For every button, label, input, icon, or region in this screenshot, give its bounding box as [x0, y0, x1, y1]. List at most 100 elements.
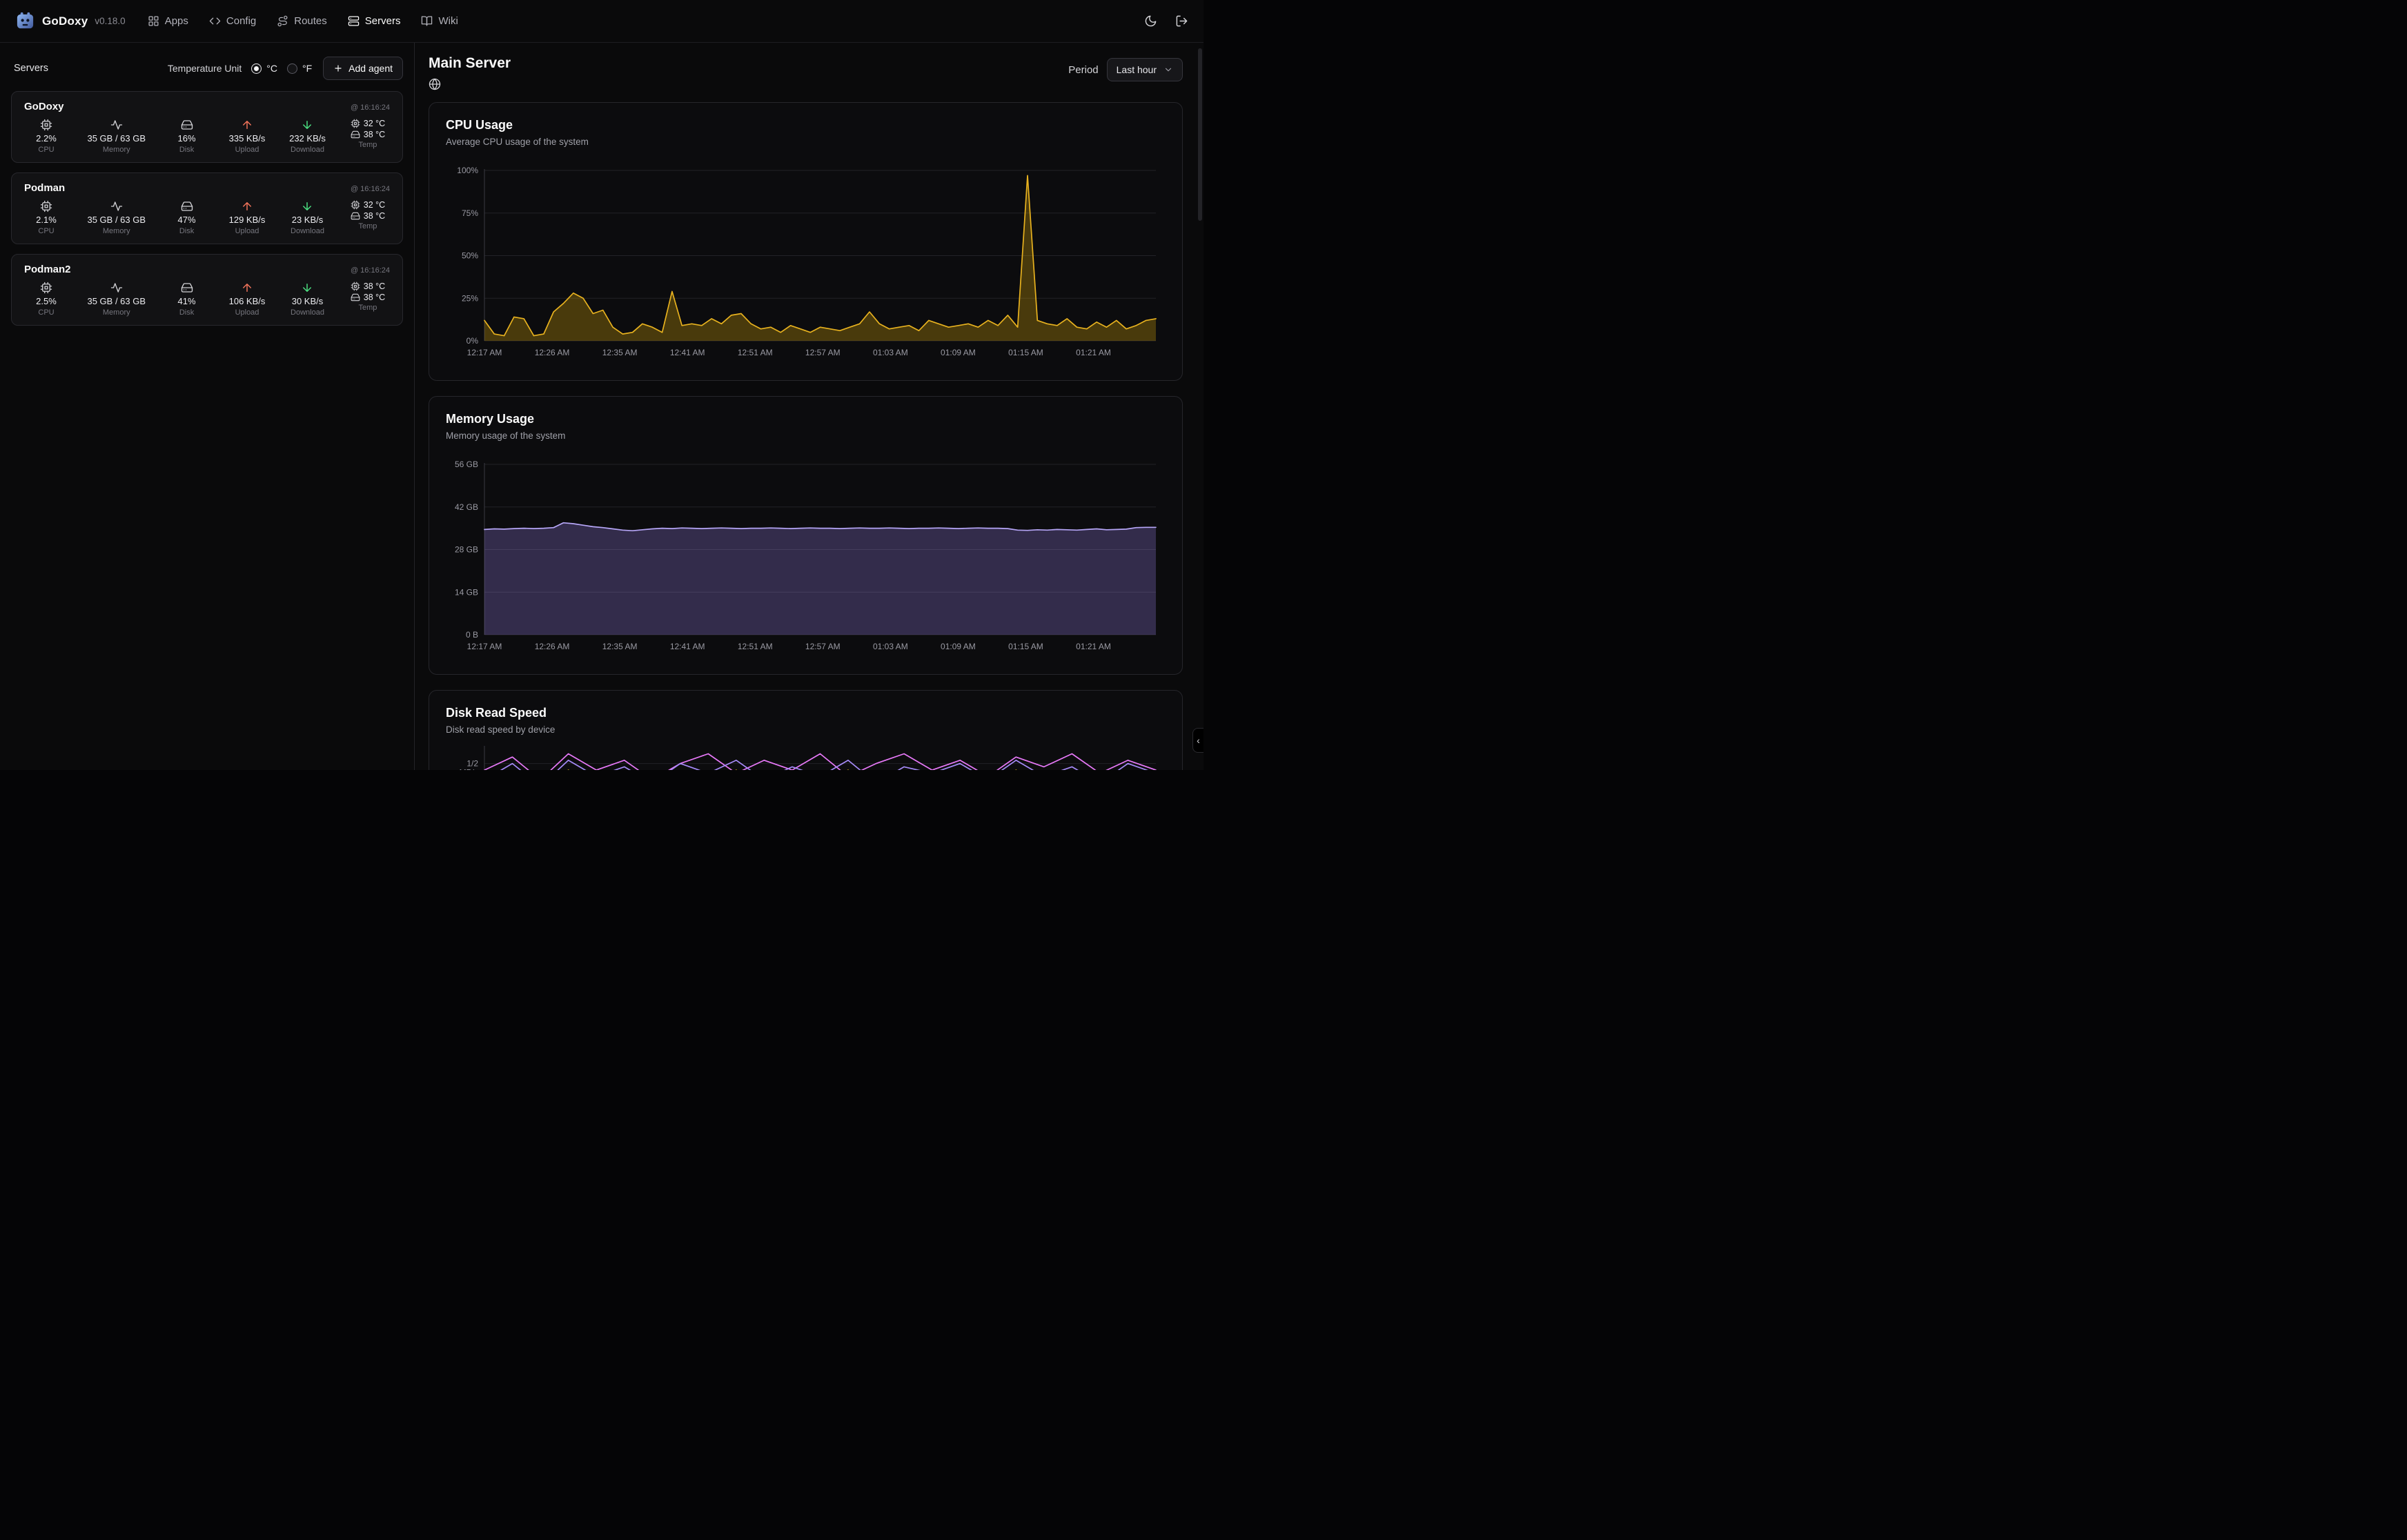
stat-label: Upload — [235, 227, 259, 235]
stat-cpu: 2.5% CPU — [27, 282, 66, 317]
svg-text:0 B: 0 B — [466, 630, 478, 640]
nav-item-routes[interactable]: Routes — [277, 15, 327, 27]
disk-temp-icon — [351, 293, 360, 302]
sidebar-collapse-tab[interactable]: ‹ — [1192, 728, 1204, 753]
stat-download: 23 KB/s Download — [288, 200, 326, 235]
server-timestamp: @ 16:16:24 — [351, 266, 390, 275]
stat-upload: 129 KB/s Upload — [228, 200, 266, 235]
server-card-podman[interactable]: Podman @ 16:16:24 2.1% CPU 35 GB / 63 GB — [11, 172, 403, 244]
add-agent-label: Add agent — [348, 63, 393, 74]
nav-item-wiki[interactable]: Wiki — [421, 15, 458, 27]
server-card-list: GoDoxy @ 16:16:24 2.2% CPU 35 GB / 63 GB — [11, 91, 403, 326]
radio-celsius[interactable]: °C — [251, 63, 277, 74]
stat-label: Upload — [235, 146, 259, 154]
page-title: Main Server — [429, 55, 511, 72]
stat-label: Memory — [103, 227, 130, 235]
nav-item-config[interactable]: Config — [209, 15, 256, 27]
stat-label: CPU — [38, 308, 54, 317]
period-value: Last hour — [1117, 64, 1157, 75]
svg-text:12:41 AM: 12:41 AM — [670, 642, 705, 651]
stat-label: Download — [291, 308, 324, 317]
servers-panel-header: Servers Temperature Unit °C °F Add agent — [11, 43, 403, 91]
svg-text:01:21 AM: 01:21 AM — [1076, 642, 1111, 651]
stat-label: Disk — [179, 308, 194, 317]
stat-label: Temp — [359, 222, 377, 230]
stat-value: 106 KB/s — [229, 296, 266, 306]
stat-label: Memory — [103, 146, 130, 154]
svg-text:12:35 AM: 12:35 AM — [602, 348, 638, 357]
cpu-temp-icon — [351, 282, 360, 291]
svg-text:12:57 AM: 12:57 AM — [805, 348, 841, 357]
svg-text:12:26 AM: 12:26 AM — [535, 348, 570, 357]
route-icon — [277, 15, 288, 27]
memory-usage-chart: 0 B14 GB28 GB42 GB56 GB12:17 AM12:26 AM1… — [446, 457, 1166, 659]
cpu-temp-icon — [351, 119, 360, 128]
globe-icon — [429, 78, 441, 90]
nav-item-label: Routes — [294, 15, 327, 27]
svg-text:12:57 AM: 12:57 AM — [805, 642, 841, 651]
stat-value: 2.1% — [36, 215, 57, 225]
globe-icon-wrap[interactable] — [429, 78, 511, 94]
svg-text:12:26 AM: 12:26 AM — [535, 642, 570, 651]
logout-button[interactable] — [1175, 14, 1188, 28]
disk-temp-row: 38 °C — [351, 130, 385, 139]
stat-temp: 32 °C 38 °C Temp — [348, 200, 387, 235]
svg-text:42 GB: 42 GB — [455, 502, 478, 512]
nav-item-label: Servers — [365, 15, 401, 27]
brand[interactable]: GoDoxy v0.18.0 — [15, 11, 126, 31]
grid-icon — [148, 15, 159, 27]
svg-text:MB/s: MB/s — [460, 768, 478, 770]
stat-memory: 35 GB / 63 GB Memory — [87, 200, 146, 235]
cpu-usage-chart: 0%25%50%75%100%12:17 AM12:26 AM12:35 AM1… — [446, 164, 1166, 365]
hard-drive-icon — [181, 282, 193, 294]
page-scrollbar-thumb[interactable] — [1198, 48, 1202, 221]
stat-value: 38 °C — [364, 211, 385, 221]
stat-label: CPU — [38, 146, 54, 154]
server-stats: 2.1% CPU 35 GB / 63 GB Memory 47% Disk — [24, 200, 390, 235]
nav-item-label: Config — [226, 15, 256, 27]
stat-value: 47% — [178, 215, 196, 225]
godoxy-logo — [15, 11, 35, 31]
stat-memory: 35 GB / 63 GB Memory — [87, 119, 146, 154]
code-icon — [209, 15, 221, 27]
svg-text:01:15 AM: 01:15 AM — [1008, 348, 1043, 357]
activity-icon — [110, 282, 123, 294]
navbar: GoDoxy v0.18.0 Apps Config Routes Server… — [0, 0, 1204, 43]
nav-item-label: Wiki — [438, 15, 458, 27]
period-select[interactable]: Last hour — [1107, 58, 1183, 81]
stat-value: 38 °C — [364, 130, 385, 139]
svg-text:25%: 25% — [462, 293, 478, 303]
svg-text:56 GB: 56 GB — [455, 460, 478, 469]
svg-text:28 GB: 28 GB — [455, 545, 478, 555]
stat-disk: 47% Disk — [168, 200, 206, 235]
stat-disk: 41% Disk — [168, 282, 206, 317]
server-stats: 2.5% CPU 35 GB / 63 GB Memory 41% Disk — [24, 282, 390, 317]
plus-icon — [333, 63, 343, 73]
stat-value: 16% — [178, 133, 196, 144]
radio-fahrenheit-label: °F — [302, 63, 312, 74]
nav-item-apps[interactable]: Apps — [148, 15, 188, 27]
servers-panel: Servers Temperature Unit °C °F Add agent — [0, 43, 415, 770]
disk-read-speed-card: Disk Read Speed Disk read speed by devic… — [429, 690, 1183, 770]
brand-name: GoDoxy — [42, 14, 88, 28]
chart-title: Memory Usage — [446, 412, 1166, 426]
stat-label: Temp — [359, 304, 377, 312]
server-card-godoxy[interactable]: GoDoxy @ 16:16:24 2.2% CPU 35 GB / 63 GB — [11, 91, 403, 163]
chevron-down-icon — [1163, 65, 1173, 75]
server-timestamp: @ 16:16:24 — [351, 185, 390, 193]
svg-text:12:17 AM: 12:17 AM — [467, 642, 502, 651]
theme-toggle-button[interactable] — [1144, 14, 1157, 28]
nav-item-servers[interactable]: Servers — [348, 15, 401, 27]
book-open-icon — [421, 15, 433, 27]
server-card-podman2[interactable]: Podman2 @ 16:16:24 2.5% CPU 35 GB / 63 G… — [11, 254, 403, 326]
add-agent-button[interactable]: Add agent — [323, 57, 403, 80]
server-name: GoDoxy — [24, 101, 64, 112]
svg-text:01:03 AM: 01:03 AM — [873, 348, 908, 357]
cpu-usage-card: CPU Usage Average CPU usage of the syste… — [429, 102, 1183, 381]
cpu-temp-row: 38 °C — [351, 282, 385, 291]
cpu-temp-row: 32 °C — [351, 200, 385, 210]
server-card-header: GoDoxy @ 16:16:24 — [24, 101, 390, 112]
cpu-icon — [40, 119, 52, 131]
radio-fahrenheit[interactable]: °F — [287, 63, 312, 74]
memory-usage-card: Memory Usage Memory usage of the system … — [429, 396, 1183, 675]
